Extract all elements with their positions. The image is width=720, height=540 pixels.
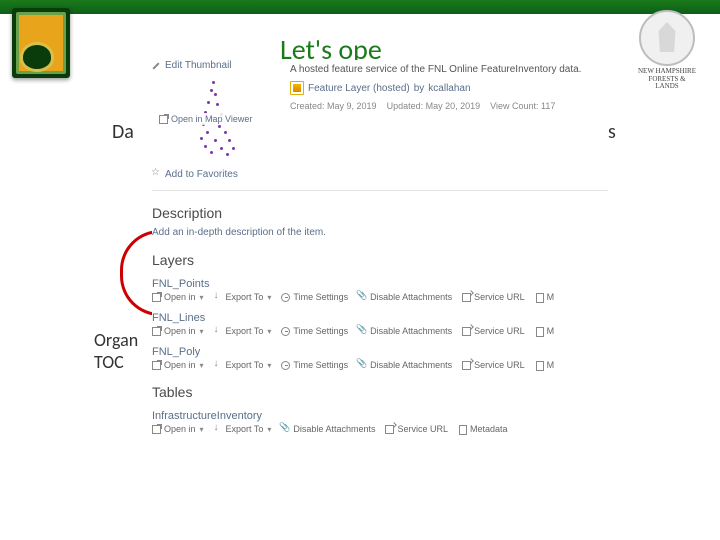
paperclip-icon [358, 361, 367, 370]
pencil-icon [152, 61, 161, 70]
chevron-down-icon: ▾ [200, 293, 204, 302]
time-settings-button[interactable]: Time Settings [281, 360, 348, 370]
metadata-button[interactable]: Metadata [458, 424, 508, 434]
export-to-button[interactable]: Export To▾ [214, 326, 272, 336]
export-to-button[interactable]: Export To▾ [214, 360, 272, 370]
layer-type: Feature Layer (hosted) [308, 83, 410, 94]
by-label: by [414, 83, 425, 94]
metadata-icon [458, 425, 467, 434]
link-icon [462, 293, 471, 302]
export-to-button[interactable]: Export To▾ [214, 424, 272, 434]
tables-heading: Tables [152, 384, 608, 400]
edit-thumbnail-link[interactable]: Edit Thumbnail [152, 60, 282, 71]
open-in-map-viewer-button[interactable]: Open in Map Viewer [156, 113, 255, 125]
clock-icon [281, 361, 290, 370]
feature-layer-icon [290, 81, 304, 95]
updated-date: Updated: May 20, 2019 [387, 101, 481, 111]
link-icon [462, 327, 471, 336]
layers-heading: Layers [152, 252, 608, 268]
item-details-panel: Edit Thumbnail Open in Map Viewer Add to… [152, 60, 608, 530]
time-settings-button[interactable]: Time Settings [281, 292, 348, 302]
layer-row: FNL_Lines Open in▾ Export To▾ Time Setti… [152, 312, 608, 336]
metadata-button[interactable]: M [535, 326, 555, 336]
paperclip-icon [358, 327, 367, 336]
metadata-icon [535, 361, 544, 370]
item-summary: A hosted feature service of the FNL Onli… [290, 64, 608, 75]
metadata-button[interactable]: M [535, 292, 555, 302]
chevron-down-icon: ▾ [200, 361, 204, 370]
link-icon [385, 425, 394, 434]
open-icon [159, 115, 168, 124]
open-icon [152, 327, 161, 336]
export-to-button[interactable]: Export To▾ [214, 292, 272, 302]
service-url-button[interactable]: Service URL [462, 360, 525, 370]
nh-forests-lands-logo: NEW HAMPSHIREFORESTS & LANDS [636, 10, 698, 88]
chevron-down-icon: ▾ [267, 425, 271, 434]
star-icon [152, 170, 161, 179]
add-to-favorites-link[interactable]: Add to Favorites [152, 169, 282, 180]
disable-attachments-button[interactable]: Disable Attachments [358, 326, 452, 336]
open-icon [152, 361, 161, 370]
chevron-down-icon: ▾ [267, 293, 271, 302]
created-date: Created: May 9, 2019 [290, 101, 377, 111]
layer-name-link[interactable]: FNL_Lines [152, 312, 608, 324]
chevron-down-icon: ▾ [200, 425, 204, 434]
paperclip-icon [358, 293, 367, 302]
description-heading: Description [152, 205, 608, 221]
side-org-2: TOC [94, 351, 124, 373]
add-favorites-label: Add to Favorites [165, 169, 238, 180]
disable-attachments-button[interactable]: Disable Attachments [358, 360, 452, 370]
service-url-button[interactable]: Service URL [462, 326, 525, 336]
side-text-da: Da [112, 120, 134, 144]
open-in-button[interactable]: Open in▾ [152, 360, 204, 370]
table-name-link[interactable]: InfrastructureInventory [152, 410, 608, 422]
clock-icon [281, 327, 290, 336]
layer-name-link[interactable]: FNL_Poly [152, 346, 608, 358]
description-hint[interactable]: Add an in-depth description of the item. [152, 227, 608, 238]
open-icon [152, 293, 161, 302]
owner-link[interactable]: kcallahan [428, 83, 470, 94]
paperclip-icon [281, 425, 290, 434]
thumbnail-preview[interactable]: Open in Map Viewer [152, 73, 282, 163]
service-url-button[interactable]: Service URL [462, 292, 525, 302]
open-icon [152, 425, 161, 434]
disable-attachments-button[interactable]: Disable Attachments [358, 292, 452, 302]
seal-icon [639, 10, 695, 66]
disable-attachments-button[interactable]: Disable Attachments [281, 424, 375, 434]
open-map-viewer-label: Open in Map Viewer [171, 114, 252, 124]
download-icon [214, 425, 223, 434]
chevron-down-icon: ▾ [267, 327, 271, 336]
time-settings-button[interactable]: Time Settings [281, 326, 348, 336]
edit-thumbnail-label: Edit Thumbnail [165, 60, 232, 71]
download-icon [214, 293, 223, 302]
fish-game-badge [12, 8, 70, 78]
chevron-down-icon: ▾ [200, 327, 204, 336]
item-meta: A hosted feature service of the FNL Onli… [290, 60, 608, 111]
layer-name-link[interactable]: FNL_Points [152, 278, 608, 290]
download-icon [214, 361, 223, 370]
nh-caption-2: FORESTS & LANDS [648, 75, 685, 91]
service-url-button[interactable]: Service URL [385, 424, 448, 434]
layer-row: FNL_Poly Open in▾ Export To▾ Time Settin… [152, 346, 608, 370]
metadata-icon [535, 293, 544, 302]
metadata-button[interactable]: M [535, 360, 555, 370]
open-in-button[interactable]: Open in▾ [152, 424, 204, 434]
download-icon [214, 327, 223, 336]
view-count: View Count: 117 [490, 101, 555, 111]
side-text-s: s [608, 120, 616, 144]
link-icon [462, 361, 471, 370]
side-org-1: Organ [94, 329, 138, 351]
open-in-button[interactable]: Open in▾ [152, 326, 204, 336]
open-in-button[interactable]: Open in▾ [152, 292, 204, 302]
top-banner [0, 0, 720, 14]
layer-row: FNL_Points Open in▾ Export To▾ Time Sett… [152, 278, 608, 302]
chevron-down-icon: ▾ [267, 361, 271, 370]
metadata-icon [535, 327, 544, 336]
side-text-org: Organ TOC [94, 330, 138, 373]
clock-icon [281, 293, 290, 302]
table-row: InfrastructureInventory Open in▾ Export … [152, 410, 608, 434]
